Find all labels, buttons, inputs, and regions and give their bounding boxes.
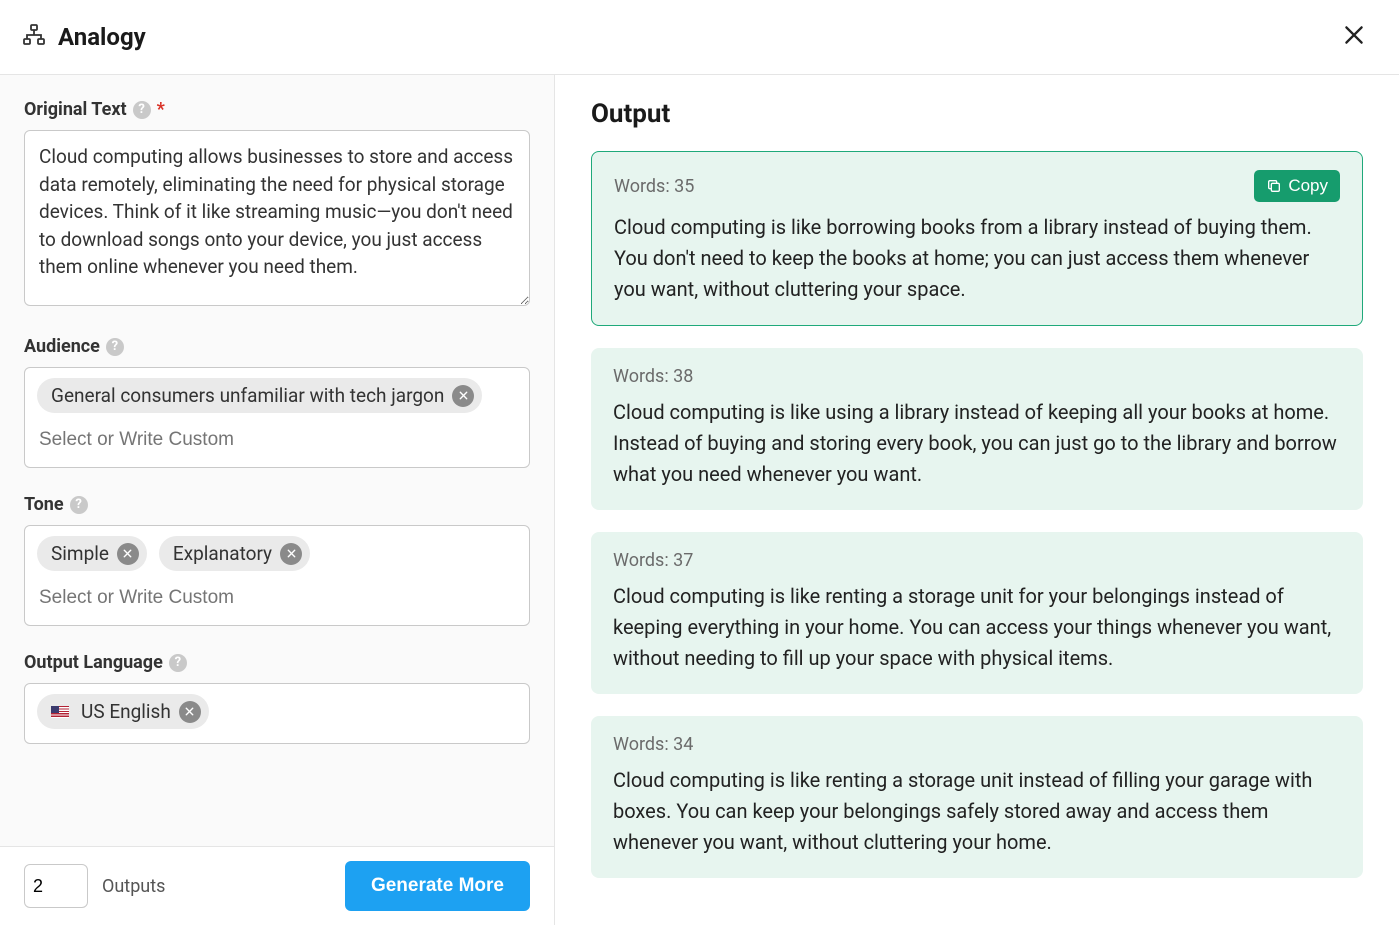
outputs-count-input[interactable] xyxy=(24,864,88,908)
output-language-input[interactable]: US English xyxy=(24,683,530,744)
analogy-icon xyxy=(22,23,46,51)
tone-text-input[interactable] xyxy=(37,579,517,619)
audience-label: Audience xyxy=(24,336,100,357)
close-button[interactable] xyxy=(1337,18,1371,56)
tone-label: Tone xyxy=(24,494,64,515)
output-title: Output xyxy=(591,99,1363,129)
tag-remove-button[interactable] xyxy=(117,543,139,565)
tag-remove-button[interactable] xyxy=(280,543,302,565)
tone-field: Tone ? Simple Explanatory xyxy=(24,494,530,626)
output-card[interactable]: Words: 35 Copy Cloud computing is like b… xyxy=(591,151,1363,326)
tone-tag[interactable]: Simple xyxy=(37,536,147,571)
output-text: Cloud computing is like using a library … xyxy=(613,397,1341,490)
help-icon[interactable]: ? xyxy=(106,338,124,356)
audience-field: Audience ? General consumers unfamiliar … xyxy=(24,336,530,468)
tone-tag-label: Simple xyxy=(51,542,109,565)
tag-remove-button[interactable] xyxy=(452,385,474,407)
tone-tag-label: Explanatory xyxy=(173,542,272,565)
output-language-label: Output Language xyxy=(24,652,163,673)
original-text-label: Original Text xyxy=(24,99,127,120)
output-card[interactable]: Words: 34 Cloud computing is like rentin… xyxy=(591,716,1363,878)
page-title: Analogy xyxy=(58,23,146,51)
help-icon[interactable]: ? xyxy=(133,101,151,119)
language-tag-label: US English xyxy=(81,700,171,723)
output-card[interactable]: Words: 37 Cloud computing is like rentin… xyxy=(591,532,1363,694)
tone-tag[interactable]: Explanatory xyxy=(159,536,310,571)
tag-remove-button[interactable] xyxy=(179,701,201,723)
form-footer: Outputs Generate More xyxy=(0,846,554,925)
word-count: Words: 37 xyxy=(613,550,693,571)
audience-text-input[interactable] xyxy=(37,421,517,461)
tone-input[interactable]: Simple Explanatory xyxy=(24,525,530,626)
output-text: Cloud computing is like renting a storag… xyxy=(613,581,1341,674)
output-language-field: Output Language ? US English xyxy=(24,652,530,744)
output-card[interactable]: Words: 38 Cloud computing is like using … xyxy=(591,348,1363,510)
word-count: Words: 34 xyxy=(613,734,693,755)
header: Analogy xyxy=(0,0,1399,75)
output-text: Cloud computing is like renting a storag… xyxy=(613,765,1341,858)
form-panel: Original Text ? * Audience ? General con… xyxy=(0,75,555,925)
outputs-label: Outputs xyxy=(102,876,165,897)
help-icon[interactable]: ? xyxy=(70,496,88,514)
output-text: Cloud computing is like borrowing books … xyxy=(614,212,1340,305)
audience-tag-label: General consumers unfamiliar with tech j… xyxy=(51,384,444,407)
copy-button[interactable]: Copy xyxy=(1254,170,1340,202)
output-panel: Output Words: 35 Copy Cloud computing is… xyxy=(555,75,1399,925)
us-flag-icon xyxy=(51,706,69,718)
audience-tag[interactable]: General consumers unfamiliar with tech j… xyxy=(37,378,482,413)
language-tag[interactable]: US English xyxy=(37,694,209,729)
word-count: Words: 38 xyxy=(613,366,693,387)
audience-input[interactable]: General consumers unfamiliar with tech j… xyxy=(24,367,530,468)
help-icon[interactable]: ? xyxy=(169,654,187,672)
word-count: Words: 35 xyxy=(614,176,694,197)
original-text-field: Original Text ? * xyxy=(24,99,530,310)
copy-label: Copy xyxy=(1288,176,1328,196)
original-text-input[interactable] xyxy=(24,130,530,306)
generate-more-button[interactable]: Generate More xyxy=(345,861,530,911)
required-indicator: * xyxy=(157,99,165,120)
